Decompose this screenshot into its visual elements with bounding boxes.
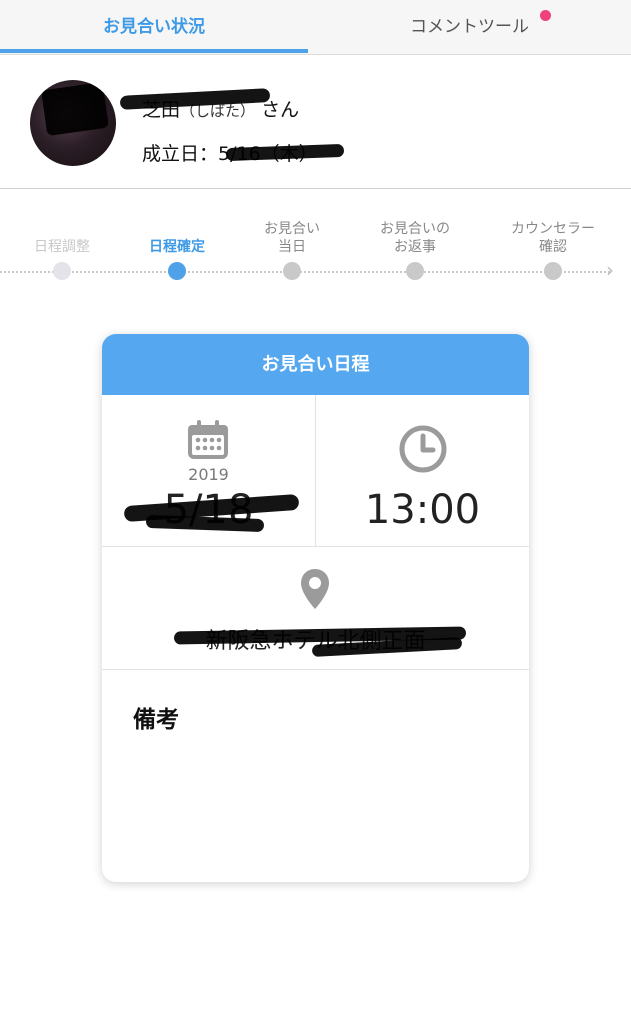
established-label: 成立日： xyxy=(142,143,219,165)
step-dot xyxy=(53,262,71,280)
redaction-mark xyxy=(41,81,109,137)
step-label: 日程調整 xyxy=(34,239,90,255)
notification-badge xyxy=(540,10,551,21)
progress-steps: 日程調整 日程確定 お見合い 当日 お見合いの お返事 カウンセラー 確認 › xyxy=(0,210,631,290)
step-label: お見合いの xyxy=(380,221,450,237)
step-dot xyxy=(283,262,301,280)
schedule-card: お見合い日程 2019 5/18 13:00 新阪急ホテル北側 xyxy=(102,334,529,882)
step-dot xyxy=(544,262,562,280)
step-label: お見合い xyxy=(264,221,320,237)
partner-profile: 芝田（しばた） さん 成立日：5/16（木） xyxy=(0,55,631,189)
clock-icon xyxy=(399,425,447,473)
step-label: お返事 xyxy=(394,239,436,255)
step-label: 当日 xyxy=(278,239,306,255)
schedule-time: 13:00 xyxy=(364,487,481,533)
schedule-date-cell: 2019 5/18 xyxy=(102,395,316,547)
tab-comment-tool[interactable]: コメントツール xyxy=(308,0,631,54)
chevron-right-icon: › xyxy=(606,258,614,282)
step-label: 確認 xyxy=(539,239,567,255)
honorific: さん xyxy=(261,99,300,121)
notes-label: 備考 xyxy=(133,707,179,733)
schedule-place-cell: 新阪急ホテル北側正面 xyxy=(102,547,529,670)
redaction-mark xyxy=(225,143,345,162)
schedule-notes-cell: 備考 xyxy=(102,670,529,882)
avatar[interactable] xyxy=(30,80,116,166)
tab-omiai-status[interactable]: お見合い状況 xyxy=(0,0,308,54)
active-tab-indicator xyxy=(0,49,308,53)
map-pin-icon xyxy=(301,569,329,609)
step-dot xyxy=(406,262,424,280)
step-schedule-confirmed: 日程確定 xyxy=(117,238,237,256)
step-dot-active xyxy=(168,262,186,280)
tab-bar: お見合い状況 コメントツール xyxy=(0,0,631,55)
step-omiai-day: お見合い 当日 xyxy=(232,220,352,256)
schedule-time-cell: 13:00 xyxy=(316,395,529,547)
step-counselor-check: カウンセラー 確認 xyxy=(493,220,613,256)
progress-track xyxy=(0,271,610,273)
calendar-icon xyxy=(188,420,228,459)
step-schedule-adjust: 日程調整 xyxy=(2,238,122,256)
step-label: カウンセラー xyxy=(511,221,595,237)
step-omiai-reply: お見合いの お返事 xyxy=(355,220,475,256)
step-label: 日程確定 xyxy=(149,239,205,255)
schedule-year: 2019 xyxy=(188,465,229,484)
schedule-card-title: お見合い日程 xyxy=(102,334,529,395)
